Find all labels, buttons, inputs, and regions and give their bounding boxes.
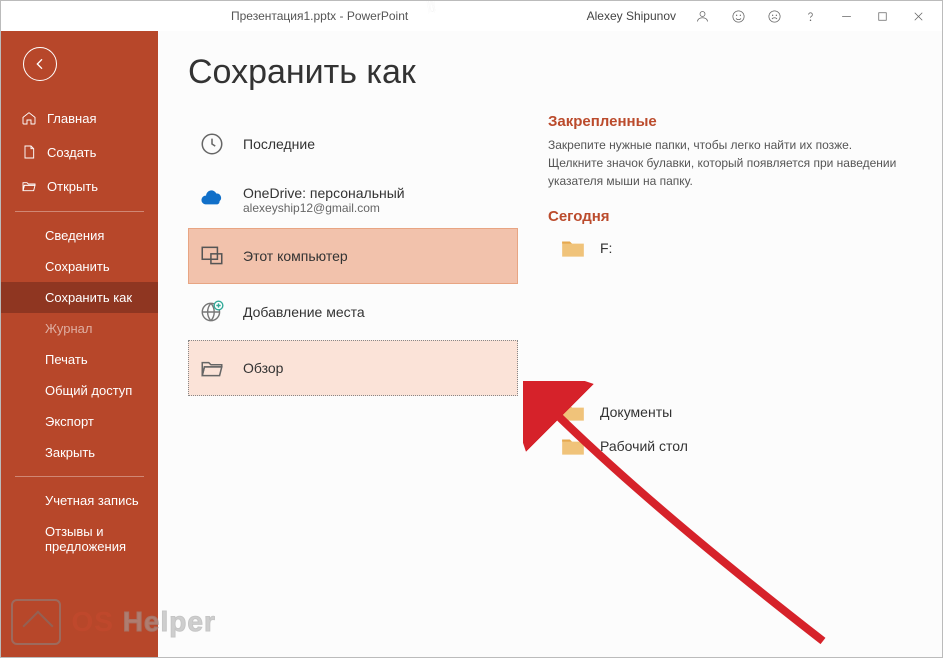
pc-icon [197, 241, 227, 271]
location-browse[interactable]: Обзор [188, 340, 518, 396]
location-this-pc[interactable]: Этот компьютер [188, 228, 518, 284]
titlebar: Презентация1.pptx - PowerPoint Alexey Sh… [1, 1, 942, 31]
location-label: Добавление места [243, 304, 365, 320]
smile-icon[interactable] [720, 1, 756, 31]
window-title: Презентация1.pptx - PowerPoint [231, 9, 408, 23]
sidebar: Главная Создать Открыть Сведения Сохрани… [1, 31, 158, 657]
location-label: Обзор [243, 360, 283, 376]
minimize-icon[interactable] [828, 1, 864, 31]
sidebar-item-save[interactable]: Сохранить [1, 251, 158, 282]
sidebar-item-label: Экспорт [45, 414, 94, 429]
sidebar-item-label: Главная [47, 111, 96, 126]
folder-icon [560, 435, 586, 457]
sidebar-item-label: Журнал [45, 321, 92, 336]
folder-item[interactable]: Рабочий стол [560, 429, 912, 463]
sidebar-item-share[interactable]: Общий доступ [1, 375, 158, 406]
location-label: Этот компьютер [243, 248, 348, 264]
close-icon[interactable] [900, 1, 936, 31]
sidebar-item-print[interactable]: Печать [1, 344, 158, 375]
sidebar-item-open[interactable]: Открыть [1, 169, 158, 203]
sidebar-item-history[interactable]: Журнал [1, 313, 158, 344]
page-title: Сохранить как [188, 53, 518, 92]
sidebar-item-label: Создать [47, 145, 96, 160]
content: Главная Создать Открыть Сведения Сохрани… [1, 31, 942, 657]
decorative-background [421, 1, 436, 16]
sidebar-item-close[interactable]: Закрыть [1, 437, 158, 468]
sidebar-item-label: Отзывы и предложения [45, 524, 126, 554]
folder-item[interactable]: F: [560, 231, 912, 265]
sidebar-item-label: Общий доступ [45, 383, 132, 398]
location-add-place[interactable]: Добавление места [188, 284, 518, 340]
sidebar-item-save-as[interactable]: Сохранить как [1, 282, 158, 313]
locations-column: Сохранить как Последние OneDrive: персон… [188, 53, 518, 657]
main: Сохранить как Последние OneDrive: персон… [158, 31, 942, 657]
avatar-icon[interactable] [684, 1, 720, 31]
back-button[interactable] [23, 47, 57, 81]
location-recent[interactable]: Последние [188, 116, 518, 172]
sidebar-separator [15, 211, 144, 212]
user-name[interactable]: Alexey Shipunov [587, 9, 676, 23]
home-icon [21, 110, 37, 126]
folder-label: Документы [600, 404, 672, 420]
folder-icon [560, 237, 586, 259]
help-icon[interactable] [792, 1, 828, 31]
location-onedrive[interactable]: OneDrive: персональный alexeyship12@gmai… [188, 172, 518, 228]
sidebar-item-feedback[interactable]: Отзывы и предложения [1, 516, 158, 562]
location-label: Последние [243, 136, 315, 152]
location-label: OneDrive: персональный [243, 185, 405, 201]
pinned-description: Закрепите нужные папки, чтобы легко найт… [548, 136, 908, 190]
folder-item[interactable]: Документы [560, 395, 912, 429]
folder-icon [560, 401, 586, 423]
pinned-heading: Закрепленные [548, 113, 912, 130]
sidebar-item-label: Сохранить как [45, 290, 132, 305]
sidebar-item-new[interactable]: Создать [1, 135, 158, 169]
new-doc-icon [21, 144, 37, 160]
clock-icon [197, 129, 227, 159]
today-heading: Сегодня [548, 208, 912, 225]
globe-plus-icon [197, 297, 227, 327]
folder-label: Рабочий стол [600, 438, 688, 454]
location-sub: alexeyship12@gmail.com [243, 201, 405, 215]
sidebar-item-account[interactable]: Учетная запись [1, 485, 158, 516]
sidebar-item-export[interactable]: Экспорт [1, 406, 158, 437]
folder-open-icon [197, 353, 227, 383]
sidebar-item-info[interactable]: Сведения [1, 220, 158, 251]
folders-column: Закрепленные Закрепите нужные папки, что… [518, 53, 912, 657]
sidebar-item-label: Открыть [47, 179, 98, 194]
frown-icon[interactable] [756, 1, 792, 31]
maximize-icon[interactable] [864, 1, 900, 31]
sidebar-item-label: Сохранить [45, 259, 110, 274]
sidebar-item-label: Учетная запись [45, 493, 139, 508]
folder-label: F: [600, 240, 612, 256]
sidebar-item-label: Печать [45, 352, 88, 367]
sidebar-item-label: Сведения [45, 228, 104, 243]
cloud-icon [197, 185, 227, 215]
sidebar-item-home[interactable]: Главная [1, 101, 158, 135]
app-window: Презентация1.pptx - PowerPoint Alexey Sh… [0, 0, 943, 658]
sidebar-item-label: Закрыть [45, 445, 95, 460]
sidebar-separator [15, 476, 144, 477]
open-folder-icon [21, 178, 37, 194]
